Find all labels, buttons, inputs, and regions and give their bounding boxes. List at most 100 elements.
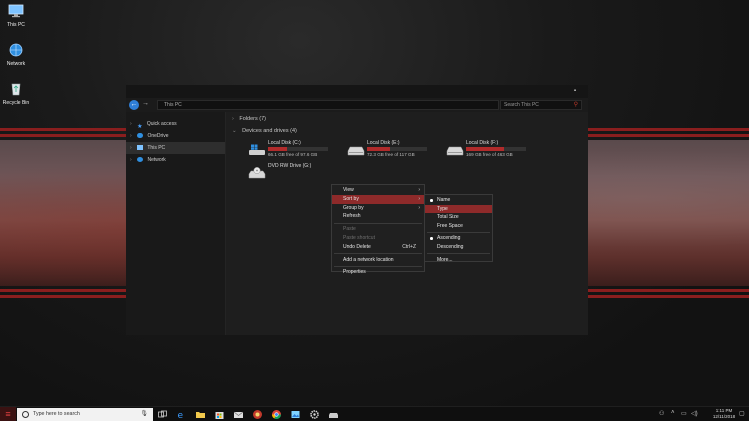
menu-item-view[interactable]: View › [332, 186, 424, 195]
network-icon [137, 157, 144, 163]
menu-item-label: Type [437, 205, 448, 212]
system-tray: ⚇ ˄ ▭ ◁) 1:11 PM 12/11/2018 ▢ [629, 407, 749, 421]
sort-option-ascending[interactable]: Ascending [425, 234, 492, 243]
sort-option-name[interactable]: Name [425, 196, 492, 205]
settings-icon[interactable] [309, 409, 320, 420]
mail-icon[interactable] [233, 409, 244, 420]
menu-item-refresh[interactable]: Refresh [332, 212, 424, 221]
sidebar-item-network[interactable]: › Network [126, 154, 225, 166]
this-pc-icon [8, 4, 24, 18]
drive-item-g[interactable]: DVD RW Drive (G:) [248, 163, 343, 183]
menu-item-label: Undo Delete [343, 243, 371, 250]
volume-icon[interactable]: ◁) [691, 410, 698, 417]
menu-item-label: View [343, 187, 354, 193]
chevron-right-icon: › [130, 145, 132, 151]
file-explorer-icon[interactable] [195, 409, 206, 420]
task-view-icon[interactable] [157, 409, 168, 420]
photos-icon[interactable] [290, 409, 301, 420]
navigation-bar: ← → This PC Search This PC ⚲ [126, 98, 588, 112]
menu-separator [427, 231, 490, 233]
sidebar-item-quick-access[interactable]: › ★ Quick access [126, 118, 225, 130]
star-icon: ★ [137, 124, 143, 131]
desktop-icon-label: This PC [7, 22, 25, 28]
menu-item-properties[interactable]: Properties [332, 268, 424, 277]
notifications-icon[interactable]: ▢ [739, 410, 745, 417]
menu-item-label: Total Size [437, 214, 459, 221]
store-icon[interactable] [214, 409, 225, 420]
microphone-icon[interactable]: 🎙 [140, 408, 148, 421]
menu-item-add-network-location[interactable]: Add a network location [332, 256, 424, 265]
address-bar[interactable]: This PC [157, 100, 499, 110]
menu-item-undo-delete[interactable]: Undo Delete Ctrl+Z [332, 243, 424, 252]
menu-item-shortcut: Ctrl+Z [402, 243, 416, 250]
desktop-icon-network[interactable]: Network [2, 43, 30, 67]
search-placeholder: Search This PC [504, 102, 539, 108]
drive-usage-fill [466, 147, 505, 151]
desktop-icon-this-pc[interactable]: This PC [2, 4, 30, 28]
edge-icon[interactable]: e [176, 409, 187, 420]
start-button[interactable]: ≡ [0, 407, 16, 421]
drive-item-e[interactable]: Local Disk (E:) 72.3 GB free of 117 GB [347, 140, 442, 160]
menu-item-label: Paste shortcut [343, 234, 375, 241]
menu-item-paste-shortcut: Paste shortcut [332, 234, 424, 243]
sort-option-type[interactable]: Type [425, 204, 492, 214]
menu-item-sort-by[interactable]: Sort by › [332, 194, 424, 204]
menu-separator [334, 265, 422, 267]
sort-option-total-size[interactable]: Total Size [425, 213, 492, 222]
drive-name: Local Disk (E:) [367, 140, 400, 146]
back-button[interactable]: ← [129, 100, 139, 110]
drive-capacity: 72.3 GB free of 117 GB [367, 152, 415, 157]
menu-item-label: More... [437, 256, 453, 263]
this-pc-icon [137, 145, 144, 151]
chevron-up-icon[interactable]: ˄ [671, 410, 675, 416]
sidebar-item-label: This PC [147, 145, 166, 151]
radio-dot-icon [430, 237, 433, 240]
sort-option-free-space[interactable]: Free Space [425, 222, 492, 231]
menu-item-label: Sort by [343, 195, 359, 202]
group-header-label: Folders (7) [239, 116, 266, 122]
chevron-right-icon: › [418, 204, 420, 211]
window-menu-icon[interactable]: ▪ [574, 88, 576, 94]
drive-item-f[interactable]: Local Disk (F:) 169 GB free of 463 GB [446, 140, 541, 160]
drive-usage-bar [367, 147, 427, 151]
drive-icon [446, 146, 464, 156]
network-tray-icon[interactable]: ▭ [681, 410, 687, 417]
chrome-icon[interactable] [271, 409, 282, 420]
chevron-right-icon: › [418, 187, 420, 193]
taskbar-search-box[interactable]: Type here to search 🎙 [17, 408, 153, 421]
group-header-folders[interactable]: › Folders (7) [232, 116, 266, 122]
chevron-right-icon: › [130, 133, 132, 139]
menu-item-label: Paste [343, 226, 356, 233]
title-bar[interactable]: ▪ [126, 85, 588, 98]
network-icon [9, 43, 23, 57]
app-icon[interactable] [252, 409, 263, 420]
drive-name: Local Disk (F:) [466, 140, 499, 146]
sidebar-item-label: Network [147, 157, 166, 163]
chevron-down-icon: ⌄ [232, 128, 237, 134]
menu-item-paste: Paste [332, 225, 424, 234]
desktop-icon-recycle-bin[interactable]: Recycle Bin [2, 82, 30, 106]
group-header-devices[interactable]: ⌄ Devices and drives (4) [232, 128, 297, 134]
menu-item-label: Properties [343, 269, 366, 276]
sort-option-descending[interactable]: Descending [425, 243, 492, 252]
sidebar-item-onedrive[interactable]: › OneDrive [126, 130, 225, 142]
menu-item-group-by[interactable]: Group by › [332, 204, 424, 213]
search-box[interactable]: Search This PC ⚲ [500, 100, 582, 110]
drive-capacity: 169 GB free of 463 GB [466, 152, 513, 157]
clock[interactable]: 1:11 PM 12/11/2018 [709, 408, 739, 420]
menu-item-label: Group by [343, 204, 364, 211]
clock-date: 12/11/2018 [712, 414, 736, 419]
sidebar-item-this-pc[interactable]: › This PC [126, 142, 225, 154]
dvd-drive-icon [248, 167, 266, 179]
menu-item-label: Ascending [437, 235, 461, 242]
cortana-icon [22, 411, 29, 418]
menu-item-label: Descending [437, 243, 464, 250]
drive-app-icon[interactable] [328, 409, 339, 420]
people-icon[interactable]: ⚇ [659, 410, 664, 417]
cloud-icon [137, 133, 144, 139]
menu-separator [334, 253, 422, 255]
sort-option-more[interactable]: More... [425, 256, 492, 265]
windows-drive-icon [249, 144, 265, 155]
forward-button[interactable]: → [142, 100, 149, 107]
drive-item-c[interactable]: Local Disk (C:) 66.1 GB free of 97.6 GB [248, 140, 343, 160]
